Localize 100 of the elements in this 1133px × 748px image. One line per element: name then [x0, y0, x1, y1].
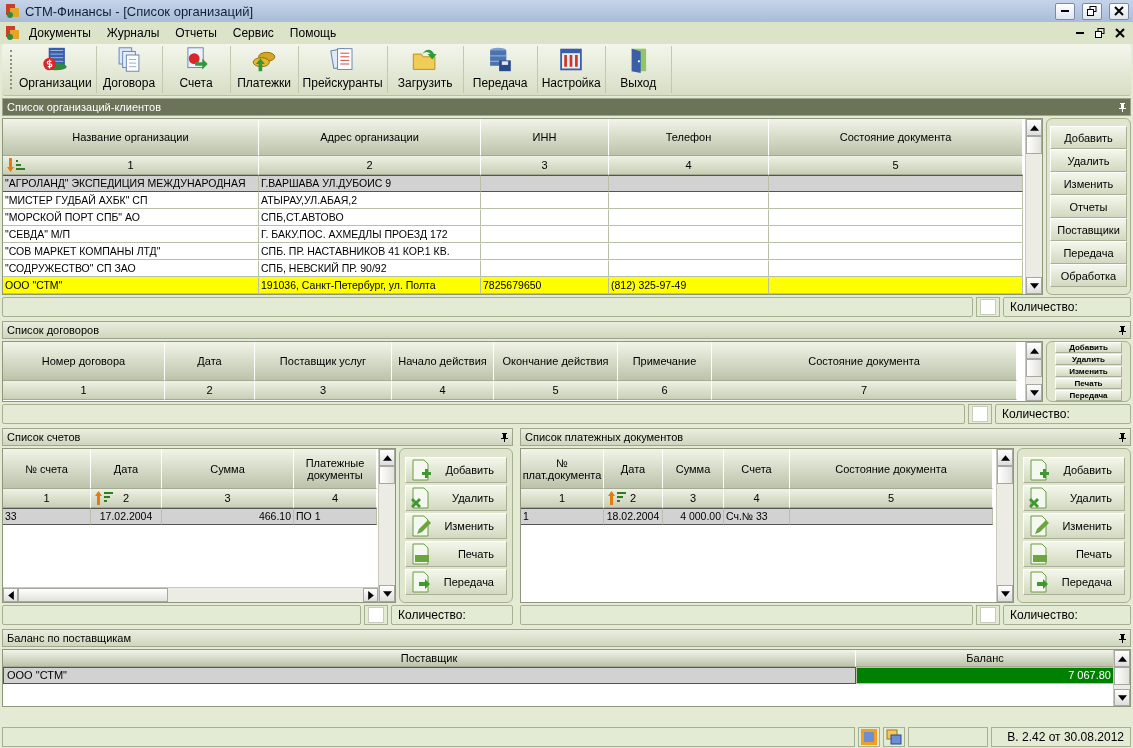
arrow-left-icon[interactable]: [7, 590, 14, 600]
arrow-down-icon[interactable]: [1000, 590, 1010, 597]
windows-icon[interactable]: [886, 729, 902, 745]
pin-icon[interactable]: [1119, 633, 1126, 643]
toolbar-button[interactable]: Прейскуранты: [298, 46, 388, 93]
scrollbar-thumb[interactable]: [1114, 667, 1130, 685]
side-button[interactable]: Передача: [1050, 241, 1127, 264]
column-header[interactable]: ИНН: [481, 119, 609, 156]
column-header[interactable]: № счета: [3, 449, 91, 489]
arrow-up-icon[interactable]: [1029, 124, 1039, 131]
arrow-down-icon[interactable]: [382, 590, 392, 597]
window-control-button[interactable]: [1109, 2, 1129, 20]
column-header[interactable]: Состояние документа: [712, 342, 1017, 381]
menu-item[interactable]: Журналы: [99, 24, 167, 42]
sort-descending-icon[interactable]: [6, 158, 26, 172]
side-button[interactable]: Удалить: [1055, 354, 1122, 365]
column-header[interactable]: Дата: [165, 342, 255, 381]
column-header[interactable]: Поставщик услуг: [255, 342, 392, 381]
arrow-up-icon[interactable]: [1000, 454, 1010, 461]
vertical-scrollbar[interactable]: [996, 449, 1013, 602]
scrollbar-thumb[interactable]: [18, 588, 168, 602]
toolbar-button[interactable]: Выход: [605, 46, 672, 93]
column-header[interactable]: Состояние документа: [790, 449, 993, 489]
arrow-up-icon[interactable]: [1117, 655, 1127, 662]
vertical-scrollbar[interactable]: [1025, 342, 1042, 401]
side-button[interactable]: Передача: [1055, 390, 1122, 401]
column-header[interactable]: Баланс: [856, 650, 1113, 667]
side-button[interactable]: Поставщики: [1050, 218, 1127, 241]
side-button[interactable]: Изменить: [405, 512, 507, 539]
column-header[interactable]: Начало действия: [392, 342, 494, 381]
side-button[interactable]: Печать: [1023, 540, 1125, 567]
horizontal-scrollbar[interactable]: [3, 587, 378, 602]
column-header[interactable]: Счета: [724, 449, 790, 489]
sort-ascending-icon[interactable]: [94, 491, 114, 505]
panel-title: Список счетов: [7, 431, 81, 443]
column-header[interactable]: Дата: [91, 449, 162, 489]
column-header[interactable]: Поставщик: [3, 650, 856, 667]
column-header[interactable]: Сумма: [663, 449, 724, 489]
toolbar-button[interactable]: Организации: [15, 46, 97, 93]
scrollbar-thumb[interactable]: [1026, 136, 1042, 154]
column-header[interactable]: Дата: [604, 449, 663, 489]
side-button[interactable]: Добавить: [1023, 456, 1125, 483]
arrow-right-icon[interactable]: [367, 590, 374, 600]
toolbar-button[interactable]: Счета: [162, 46, 231, 93]
side-button[interactable]: Добавить: [1050, 126, 1127, 149]
side-button[interactable]: Передача: [405, 568, 507, 595]
toolbar-button[interactable]: Платежки: [230, 46, 299, 93]
pin-icon[interactable]: [1119, 325, 1126, 335]
menu-item[interactable]: Сервис: [225, 24, 281, 42]
table-cell: 4 000.00: [663, 508, 724, 525]
document-arrow-icon: [1028, 570, 1050, 593]
document-pencil-icon: [1028, 514, 1050, 537]
scrollbar-thumb[interactable]: [1026, 359, 1042, 377]
side-button[interactable]: Изменить: [1023, 512, 1125, 539]
side-button[interactable]: Отчеты: [1050, 195, 1127, 218]
side-button[interactable]: Добавить: [405, 456, 507, 483]
arrow-down-icon[interactable]: [1029, 282, 1039, 289]
column-header[interactable]: № плат.документа: [521, 449, 604, 489]
side-button[interactable]: Передача: [1023, 568, 1125, 595]
side-button[interactable]: Печать: [1055, 378, 1122, 389]
toolbar-button[interactable]: Договора: [96, 46, 163, 93]
column-header[interactable]: Адрес организации: [259, 119, 481, 156]
side-button[interactable]: Удалить: [1023, 484, 1125, 511]
scrollbar-thumb[interactable]: [997, 466, 1013, 484]
side-button[interactable]: Добавить: [1055, 342, 1122, 353]
toolbar-button[interactable]: Передача: [463, 46, 538, 93]
side-button[interactable]: Изменить: [1055, 366, 1122, 377]
vertical-scrollbar[interactable]: [378, 449, 395, 602]
pin-icon[interactable]: [1119, 432, 1126, 442]
window-control-button[interactable]: [1082, 2, 1102, 20]
arrow-down-icon[interactable]: [1029, 389, 1039, 396]
column-number: 3: [689, 492, 697, 504]
pin-icon[interactable]: [501, 432, 508, 442]
column-header[interactable]: Номер договора: [3, 342, 165, 381]
column-header[interactable]: Окончание действия: [494, 342, 618, 381]
column-number: 4: [685, 159, 692, 171]
vertical-scrollbar[interactable]: [1025, 119, 1042, 294]
scrollbar-thumb[interactable]: [379, 466, 395, 484]
column-header[interactable]: Примечание: [618, 342, 712, 381]
toolbar-button[interactable]: Загрузить: [387, 46, 464, 93]
arrow-down-icon[interactable]: [1117, 694, 1127, 701]
vertical-scrollbar[interactable]: [1113, 650, 1130, 706]
toolbar-button[interactable]: Настройка: [537, 46, 606, 93]
side-button[interactable]: Удалить: [405, 484, 507, 511]
side-button[interactable]: Обработка: [1050, 264, 1127, 287]
menu-item[interactable]: Документы: [22, 24, 98, 42]
window-control-button[interactable]: [1055, 2, 1075, 20]
menu-item[interactable]: Помощь: [282, 24, 344, 42]
column-header[interactable]: Платежные документы: [294, 449, 377, 489]
column-header[interactable]: Сумма: [162, 449, 294, 489]
column-header[interactable]: Телефон: [609, 119, 769, 156]
column-header[interactable]: Название организации: [3, 119, 259, 156]
menu-item[interactable]: Отчеты: [168, 24, 224, 42]
column-header[interactable]: Состояние документа: [769, 119, 1023, 156]
side-button[interactable]: Удалить: [1050, 149, 1127, 172]
sort-ascending-icon[interactable]: [607, 491, 627, 505]
arrow-up-icon[interactable]: [1029, 347, 1039, 354]
arrow-up-icon[interactable]: [382, 454, 392, 461]
side-button[interactable]: Изменить: [1050, 172, 1127, 195]
side-button[interactable]: Печать: [405, 540, 507, 567]
